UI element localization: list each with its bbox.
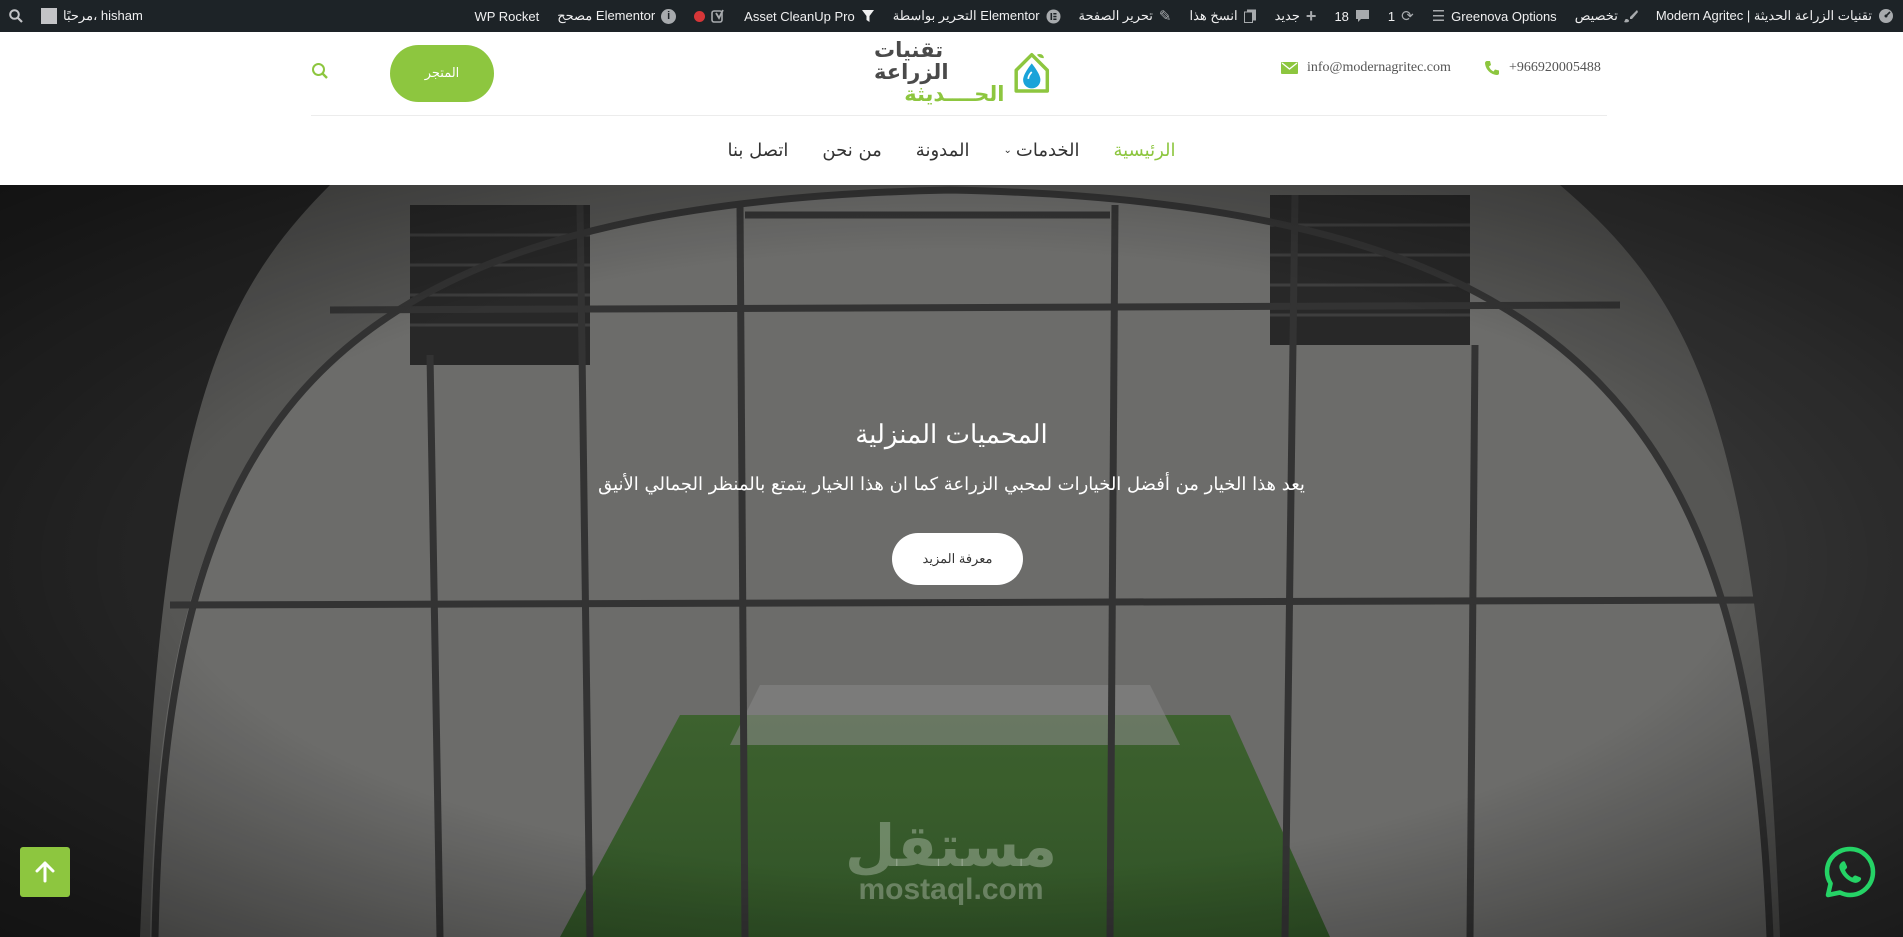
customize[interactable]: تخصيص bbox=[1566, 0, 1647, 32]
comments-count: 18 bbox=[1334, 8, 1349, 24]
wp-rocket-label: WP Rocket bbox=[474, 8, 540, 24]
theme-options-label: Greenova Options bbox=[1451, 8, 1557, 24]
shop-button[interactable]: المتجر bbox=[390, 45, 494, 102]
logo-text: تقنيات الزراعة الحــــديثة bbox=[874, 39, 1005, 105]
envelope-icon bbox=[1281, 62, 1298, 74]
comment-icon bbox=[1355, 9, 1370, 23]
site-name-label: Modern Agritec | تقنيات الزراعة الحديثة bbox=[1655, 8, 1872, 23]
wp-admin-bar: مرحبًا، hisham WP Rocket مصحح Elementor … bbox=[0, 0, 1903, 32]
plus-icon: + bbox=[1305, 6, 1317, 26]
site-name[interactable]: Modern Agritec | تقنيات الزراعة الحديثة bbox=[1647, 0, 1903, 32]
asset-cleanup-menu[interactable]: Asset CleanUp Pro bbox=[735, 0, 884, 32]
edit-with-elementor-label: التحرير بواسطة Elementor bbox=[892, 8, 1040, 23]
dashboard-icon bbox=[1878, 8, 1894, 24]
yoast-icon bbox=[711, 9, 726, 24]
whatsapp-button[interactable] bbox=[1823, 845, 1877, 899]
nav-item-label: المدونة bbox=[915, 140, 970, 161]
header-top-bar: المتجر تقنيات الزراعة الحــــديثة info@m… bbox=[311, 32, 1607, 116]
nav-item-label: الخدمات bbox=[1015, 140, 1080, 161]
nav-item-label: الرئيسية bbox=[1113, 140, 1176, 161]
site-logo[interactable]: تقنيات الزراعة الحــــديثة bbox=[874, 39, 1052, 105]
nav-item-blog[interactable]: المدونة bbox=[916, 140, 970, 161]
nav-item-home[interactable]: الرئيسية bbox=[1114, 140, 1176, 161]
asset-cleanup-label: Asset CleanUp Pro bbox=[744, 8, 855, 24]
arrow-up-icon bbox=[35, 861, 55, 883]
updates[interactable]: 1 ⟳ bbox=[1379, 0, 1423, 32]
brush-icon bbox=[1623, 9, 1638, 23]
nav-item-services[interactable]: الخدمات ⌄ bbox=[1004, 140, 1080, 161]
comments[interactable]: 18 bbox=[1325, 0, 1378, 32]
status-dot-icon bbox=[694, 10, 706, 22]
admin-account-menu[interactable]: مرحبًا، hisham bbox=[32, 0, 152, 32]
avatar bbox=[41, 8, 57, 24]
hero-title: المحميات المنزلية bbox=[855, 420, 1048, 450]
search-icon bbox=[9, 9, 23, 23]
elementor-debugger-menu[interactable]: مصحح Elementor i bbox=[548, 0, 685, 32]
copy-page[interactable]: انسخ هذا bbox=[1180, 0, 1265, 32]
mostaql-watermark: مستقل mostaql.com bbox=[836, 817, 1066, 905]
header-phone[interactable]: +966920005488 bbox=[1484, 60, 1601, 76]
search-icon bbox=[312, 63, 328, 79]
admin-bar-right: WP Rocket مصحح Elementor i Asset CleanUp… bbox=[465, 0, 1903, 32]
email-text: info@modernagritec.com bbox=[1307, 60, 1451, 75]
info-icon: i bbox=[661, 8, 677, 24]
whatsapp-icon bbox=[1824, 846, 1876, 898]
nav-item-contact[interactable]: اتصل بنا bbox=[727, 140, 788, 161]
edit-page[interactable]: تحرير الصفحة ✎ bbox=[1070, 0, 1181, 32]
watermark-latin: mostaql.com bbox=[858, 873, 1044, 906]
logo-line-2: الحــــديثة bbox=[904, 82, 1005, 107]
admin-greeting: مرحبًا، hisham bbox=[63, 8, 143, 23]
elementor-icon bbox=[1046, 9, 1061, 24]
edit-page-label: تحرير الصفحة bbox=[1078, 8, 1153, 23]
admin-bar-left: مرحبًا، hisham bbox=[0, 0, 152, 32]
search-button[interactable] bbox=[311, 62, 331, 82]
filter-icon bbox=[861, 9, 875, 23]
learn-more-button[interactable]: معرفة المزيد bbox=[892, 533, 1023, 585]
nav-item-about[interactable]: من نحن bbox=[822, 140, 881, 161]
new-content[interactable]: جديد + bbox=[1266, 0, 1326, 32]
chevron-down-icon: ⌄ bbox=[1003, 145, 1012, 156]
main-navigation: الرئيسية الخدمات ⌄ المدونة من نحن اتصل ب… bbox=[0, 116, 1903, 185]
hero-slider: المحميات المنزلية يعد هذا الخيار من أفضل… bbox=[0, 185, 1903, 937]
theme-options[interactable]: ☰ Greenova Options bbox=[1423, 0, 1566, 32]
copy-page-label: انسخ هذا bbox=[1189, 8, 1238, 23]
phone-text: +966920005488 bbox=[1509, 60, 1601, 75]
hero-subtitle: يعد هذا الخيار من أفضل الخيارات لمحبي ال… bbox=[598, 474, 1305, 495]
copy-icon bbox=[1243, 9, 1257, 23]
edit-with-elementor[interactable]: التحرير بواسطة Elementor bbox=[884, 0, 1070, 32]
logo-house-drop-icon bbox=[1013, 52, 1049, 93]
elementor-debugger-label: مصحح Elementor bbox=[557, 8, 656, 23]
wp-rocket-menu[interactable]: WP Rocket bbox=[465, 0, 548, 32]
pencil-icon: ✎ bbox=[1158, 7, 1172, 25]
phone-icon bbox=[1484, 60, 1500, 76]
updates-count: 1 bbox=[1387, 8, 1396, 24]
menu-icon: ☰ bbox=[1431, 7, 1446, 25]
nav-item-label: من نحن bbox=[822, 140, 882, 161]
header-email[interactable]: info@modernagritec.com bbox=[1281, 60, 1451, 76]
nav-item-label: اتصل بنا bbox=[727, 140, 789, 161]
refresh-icon: ⟳ bbox=[1401, 7, 1414, 25]
scroll-to-top-button[interactable] bbox=[20, 847, 70, 897]
watermark-arabic: مستقل bbox=[844, 812, 1058, 880]
new-content-label: جديد bbox=[1274, 8, 1300, 23]
seo-status[interactable] bbox=[685, 0, 735, 32]
logo-line-1: تقنيات الزراعة bbox=[874, 37, 949, 84]
customize-label: تخصيص bbox=[1574, 8, 1618, 23]
admin-search-button[interactable] bbox=[0, 0, 32, 32]
site-header: المتجر تقنيات الزراعة الحــــديثة info@m… bbox=[0, 32, 1903, 185]
